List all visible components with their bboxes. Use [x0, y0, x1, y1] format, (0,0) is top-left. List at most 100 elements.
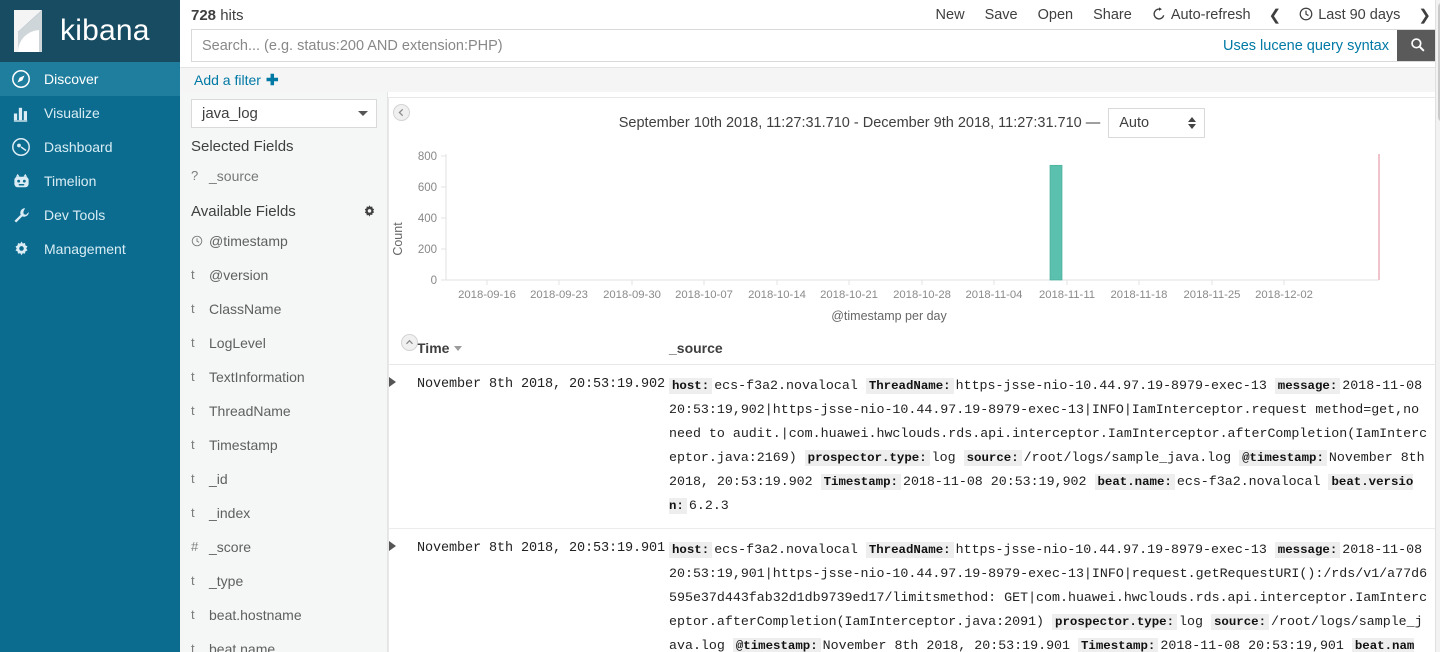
y-axis-label: Count — [391, 221, 405, 255]
top-nav: New Save Open Share Auto-refresh ❮ Last … — [926, 4, 1439, 24]
lucene-syntax-link[interactable]: Uses lucene query syntax — [1215, 30, 1397, 61]
field-item-type[interactable]: t _type — [180, 564, 387, 598]
svg-text:200: 200 — [418, 244, 437, 256]
field-item-id[interactable]: t _id — [180, 462, 387, 496]
sidebar-item-visualize[interactable]: Visualize — [0, 96, 180, 130]
global-nav: kibana Discover Visualize Dashboard Time — [0, 0, 180, 652]
nav-save-button[interactable]: Save — [975, 7, 1028, 23]
field-item-version[interactable]: t @version — [180, 258, 387, 292]
field-item-timestamp-text[interactable]: t Timestamp — [180, 428, 387, 462]
nav-open-button[interactable]: Open — [1028, 7, 1083, 23]
search-input[interactable] — [192, 30, 1215, 62]
page-scrollbar[interactable] — [1435, 0, 1440, 652]
field-item-beat-hostname[interactable]: t beat.hostname — [180, 598, 387, 632]
svg-text:2018-09-16: 2018-09-16 — [458, 289, 516, 301]
time-prev-button[interactable]: ❮ — [1261, 6, 1290, 24]
plus-icon: ✚ — [265, 72, 279, 90]
time-column-header[interactable]: Time — [417, 333, 669, 365]
sidebar-item-timelion[interactable]: Timelion — [0, 164, 180, 198]
histogram-chart[interactable]: Count 800 600 400 200 0 2018-09-16 2018-… — [389, 144, 1435, 334]
sidebar-item-dev-tools[interactable]: Dev Tools — [0, 198, 180, 232]
table-row[interactable]: November 8th 2018, 20:53:19.902 host: ecs… — [389, 364, 1435, 529]
doc-table-header-row: Time _source — [389, 333, 1435, 365]
sidebar-item-discover[interactable]: Discover — [0, 62, 180, 96]
source-value: log — [931, 449, 956, 465]
source-key: Timestamp: — [820, 473, 901, 490]
nav-auto-refresh-label: Auto-refresh — [1170, 7, 1251, 23]
source-key: message: — [1274, 377, 1341, 394]
source-value: /root/logs/sample_java.log — [1023, 449, 1232, 465]
scroll-to-top-button[interactable] — [401, 333, 418, 351]
add-filter-button[interactable]: Add a filter ✚ — [194, 71, 279, 89]
field-item-textinformation[interactable]: t TextInformation — [180, 360, 387, 394]
field-item-classname[interactable]: t ClassName — [180, 292, 387, 326]
source-value: ecs-f3a2.novalocal — [1176, 473, 1321, 489]
svg-text:2018-11-25: 2018-11-25 — [1184, 289, 1241, 301]
search-button[interactable] — [1397, 30, 1438, 62]
source-value: log — [1179, 613, 1203, 629]
sidebar-item-dashboard[interactable]: Dashboard — [0, 130, 180, 164]
nav-time-range-button[interactable]: Last 90 days — [1289, 7, 1410, 23]
selected-fields-title: Selected Fields — [180, 128, 387, 159]
collapse-sidebar-button[interactable] — [393, 103, 410, 121]
caret-right-icon[interactable] — [389, 540, 396, 551]
svg-text:0: 0 — [431, 275, 437, 287]
field-item-threadname[interactable]: t ThreadName — [180, 394, 387, 428]
field-name: Timestamp — [209, 436, 278, 453]
doc-table-wrap: Time _source November 8th 2018, 20:53:19… — [389, 333, 1435, 652]
nav-share-button[interactable]: Share — [1083, 7, 1142, 23]
field-item-_source[interactable]: ? _source — [180, 159, 387, 193]
field-item-loglevel[interactable]: t LogLevel — [180, 326, 387, 360]
field-name: _source — [209, 167, 259, 184]
field-type-icon: # — [191, 539, 199, 555]
source-key: @timestamp: — [1239, 449, 1327, 466]
source-value: https-jsse-nio-10.44.97.19-8979-exec-13 — [955, 377, 1267, 393]
field-item-score[interactable]: # _score — [180, 530, 387, 564]
available-fields-label: Available Fields — [191, 202, 296, 220]
source-key: ThreadName: — [865, 541, 954, 558]
source-key: prospector.type: — [1052, 613, 1178, 630]
source-key: source: — [963, 449, 1022, 466]
brand: kibana — [0, 0, 180, 62]
field-item-beat-name[interactable]: t beat.name — [180, 632, 387, 652]
field-type-icon-clock — [191, 235, 209, 247]
table-row[interactable]: November 8th 2018, 20:53:19.901 host: ecs… — [389, 528, 1435, 652]
field-type-icon: t — [191, 403, 195, 419]
expand-cell[interactable] — [389, 364, 417, 529]
field-name: ClassName — [209, 300, 282, 317]
source-value: 2018-11-08 20:53:19,901 — [1160, 637, 1344, 652]
source-key: host: — [669, 377, 713, 394]
svg-text:2018-10-14: 2018-10-14 — [748, 289, 806, 301]
caret-right-icon[interactable] — [389, 376, 396, 387]
source-value: ecs-f3a2.novalocal — [714, 377, 858, 393]
x-axis-tick-marks — [486, 279, 1285, 285]
svg-text:400: 400 — [418, 213, 437, 225]
y-axis-ticks: 800 600 400 200 0 — [418, 151, 437, 287]
add-filter-label: Add a filter — [194, 72, 261, 89]
spinner-icon — [1188, 116, 1197, 129]
sidebar-item-management[interactable]: Management — [0, 232, 180, 266]
nav-new-button[interactable]: New — [926, 7, 975, 23]
svg-text:2018-11-11: 2018-11-11 — [1039, 289, 1095, 301]
nav-auto-refresh-button[interactable]: Auto-refresh — [1142, 7, 1261, 23]
field-item-timestamp[interactable]: @timestamp — [180, 224, 387, 258]
y-axis-tick-marks — [441, 155, 446, 281]
field-type-icon: t — [191, 505, 195, 521]
interval-select[interactable]: Auto — [1108, 107, 1206, 138]
expand-cell[interactable] — [389, 528, 417, 652]
svg-text:2018-11-04: 2018-11-04 — [966, 289, 1023, 301]
histogram-bar — [1049, 164, 1063, 281]
field-name: _index — [209, 504, 251, 521]
field-chooser: java_log Selected Fields ? _source Avail… — [180, 91, 388, 652]
source-key: ThreadName: — [865, 377, 954, 394]
field-type-icon: t — [191, 641, 195, 652]
source-key: source: — [1210, 613, 1270, 630]
dashboard-icon — [10, 136, 32, 158]
index-pattern-select[interactable]: java_log — [191, 98, 377, 128]
field-item-index[interactable]: t _index — [180, 496, 387, 530]
source-value: 2018-11-08 20:53:19,902 — [902, 473, 1087, 489]
sort-desc-icon[interactable] — [454, 346, 463, 352]
field-settings-gear-icon[interactable] — [362, 204, 377, 219]
wrench-icon — [10, 204, 32, 226]
source-column-header[interactable]: _source — [669, 333, 1435, 365]
